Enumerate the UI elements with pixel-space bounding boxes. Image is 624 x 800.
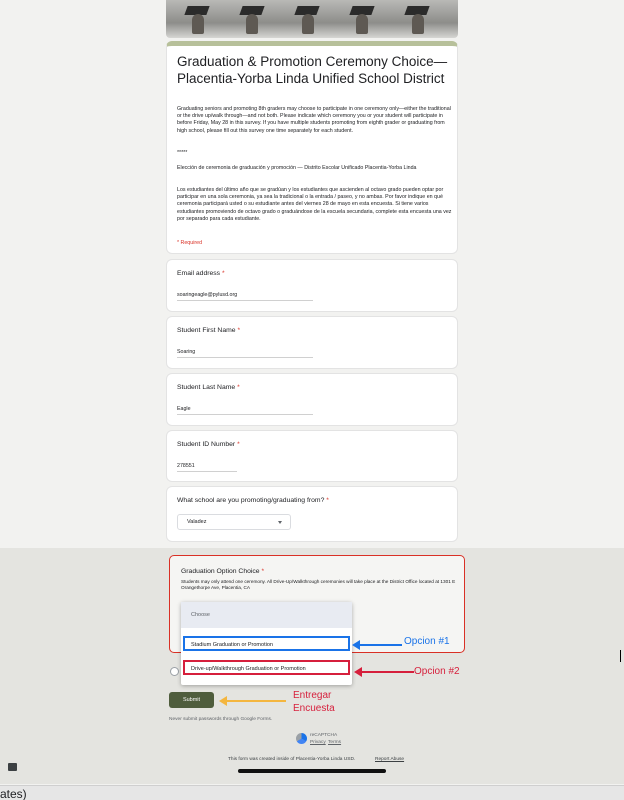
- feedback-icon[interactable]: [8, 763, 17, 771]
- privacy-link[interactable]: Privacy: [310, 740, 326, 745]
- school-select[interactable]: Valadez: [177, 514, 291, 530]
- form-description-spanish: Los estudiantes del último año que se gr…: [177, 187, 452, 222]
- annotation-opcion-1: Opcion #1: [404, 636, 450, 647]
- email-field-underline: [177, 300, 313, 301]
- student-id-field-underline: [177, 471, 237, 472]
- bottom-caption-text: ates): [0, 787, 27, 800]
- required-star: *: [326, 497, 329, 504]
- annotation-entregar: Entregar: [293, 690, 332, 701]
- text-cursor: [620, 650, 621, 662]
- graduate-shape: [412, 14, 424, 34]
- dropdown-option-choose-label: Choose: [191, 612, 210, 618]
- first-name-field[interactable]: Soaring: [177, 349, 195, 355]
- dropdown-option-choose[interactable]: Choose: [181, 602, 352, 628]
- school-select-value: Valadez: [187, 519, 207, 525]
- created-inside-note: This form was created inside of Placenti…: [228, 757, 356, 762]
- dropdown-option-drive-up-label: Drive-up/Walkthrough Graduation or Promo…: [191, 666, 306, 672]
- arrow-left-icon: [352, 640, 360, 650]
- password-note: Never submit passwords through Google Fo…: [169, 717, 273, 722]
- graduation-label-text: Graduation Option Choice: [181, 568, 260, 575]
- question-student-id-card: Student ID Number * 278551: [166, 430, 458, 482]
- school-label-text: What school are you promoting/graduating…: [177, 497, 325, 504]
- graduate-shape: [246, 14, 258, 34]
- form-title-card: Graduation & Promotion Ceremony Choice—P…: [166, 41, 458, 254]
- graduate-shape: [192, 14, 204, 34]
- required-star: *: [237, 384, 240, 391]
- question-last-name-card: Student Last Name * Eagle: [166, 373, 458, 426]
- home-indicator: [238, 769, 386, 773]
- form-description-english: Graduating seniors and promoting 8th gra…: [177, 106, 451, 134]
- question-school-label: What school are you promoting/graduating…: [177, 497, 329, 504]
- graduate-shape: [356, 14, 368, 34]
- question-email-card: Email address * soaringeagle@pylusd.org: [166, 259, 458, 312]
- arrow-left-icon: [354, 667, 362, 677]
- student-id-field[interactable]: 278551: [177, 463, 195, 469]
- graduation-dropdown-menu: Choose Stadium Graduation or Promotion D…: [181, 602, 352, 685]
- question-first-name-card: Student First Name * Soaring: [166, 316, 458, 369]
- form-description-spanish-title: Elección de ceremonia de graduación y pr…: [177, 165, 417, 171]
- email-label-text: Email address: [177, 270, 221, 277]
- question-student-id-label: Student ID Number *: [177, 441, 240, 448]
- graduation-description: Students may only attend one ceremony. A…: [181, 579, 456, 591]
- chevron-down-icon: [278, 521, 282, 524]
- question-school-card: What school are you promoting/graduating…: [166, 486, 458, 542]
- last-name-field[interactable]: Eagle: [177, 406, 191, 412]
- terms-link[interactable]: Terms: [328, 740, 341, 745]
- header-graduation-image: [166, 0, 458, 38]
- graduate-shape: [302, 14, 314, 34]
- question-email-label: Email address *: [177, 270, 225, 277]
- first-name-label-text: Student First Name: [177, 327, 236, 334]
- first-name-field-underline: [177, 357, 313, 358]
- last-name-field-underline: [177, 414, 313, 415]
- form-description-separator: *****: [177, 150, 188, 156]
- required-star: *: [237, 441, 240, 448]
- question-last-name-label: Student Last Name *: [177, 384, 240, 391]
- required-note: * Required: [177, 240, 203, 246]
- dropdown-option-stadium[interactable]: Stadium Graduation or Promotion: [183, 636, 350, 651]
- required-star: *: [237, 327, 241, 334]
- submit-button[interactable]: Submit: [169, 692, 214, 708]
- dropdown-option-drive-up[interactable]: Drive-up/Walkthrough Graduation or Promo…: [183, 660, 350, 675]
- question-graduation-label: Graduation Option Choice *: [181, 568, 264, 575]
- bottom-caption-strip: ates): [0, 785, 624, 800]
- annotation-arrow-blue: [358, 644, 402, 646]
- dropdown-option-stadium-label: Stadium Graduation or Promotion: [191, 642, 273, 648]
- required-star: *: [261, 568, 265, 575]
- email-field[interactable]: soaringeagle@pylusd.org: [177, 292, 237, 298]
- student-id-label-text: Student ID Number: [177, 441, 236, 448]
- form-title: Graduation & Promotion Ceremony Choice—P…: [177, 54, 448, 86]
- annotation-arrow-yellow: [226, 700, 286, 702]
- report-abuse-link[interactable]: Report Abuse: [375, 757, 404, 762]
- last-name-label-text: Student Last Name: [177, 384, 236, 391]
- arrow-left-icon: [219, 696, 227, 706]
- annotation-arrow-red: [360, 671, 414, 673]
- recaptcha-icon: [296, 733, 307, 744]
- radio-button[interactable]: [170, 667, 179, 676]
- question-first-name-label: Student First Name *: [177, 327, 240, 334]
- annotation-encuesta: Encuesta: [293, 703, 335, 714]
- annotation-opcion-2: Opcion #2: [414, 666, 460, 677]
- required-star: *: [221, 270, 225, 277]
- recaptcha-label: reCAPTCHA: [310, 733, 338, 738]
